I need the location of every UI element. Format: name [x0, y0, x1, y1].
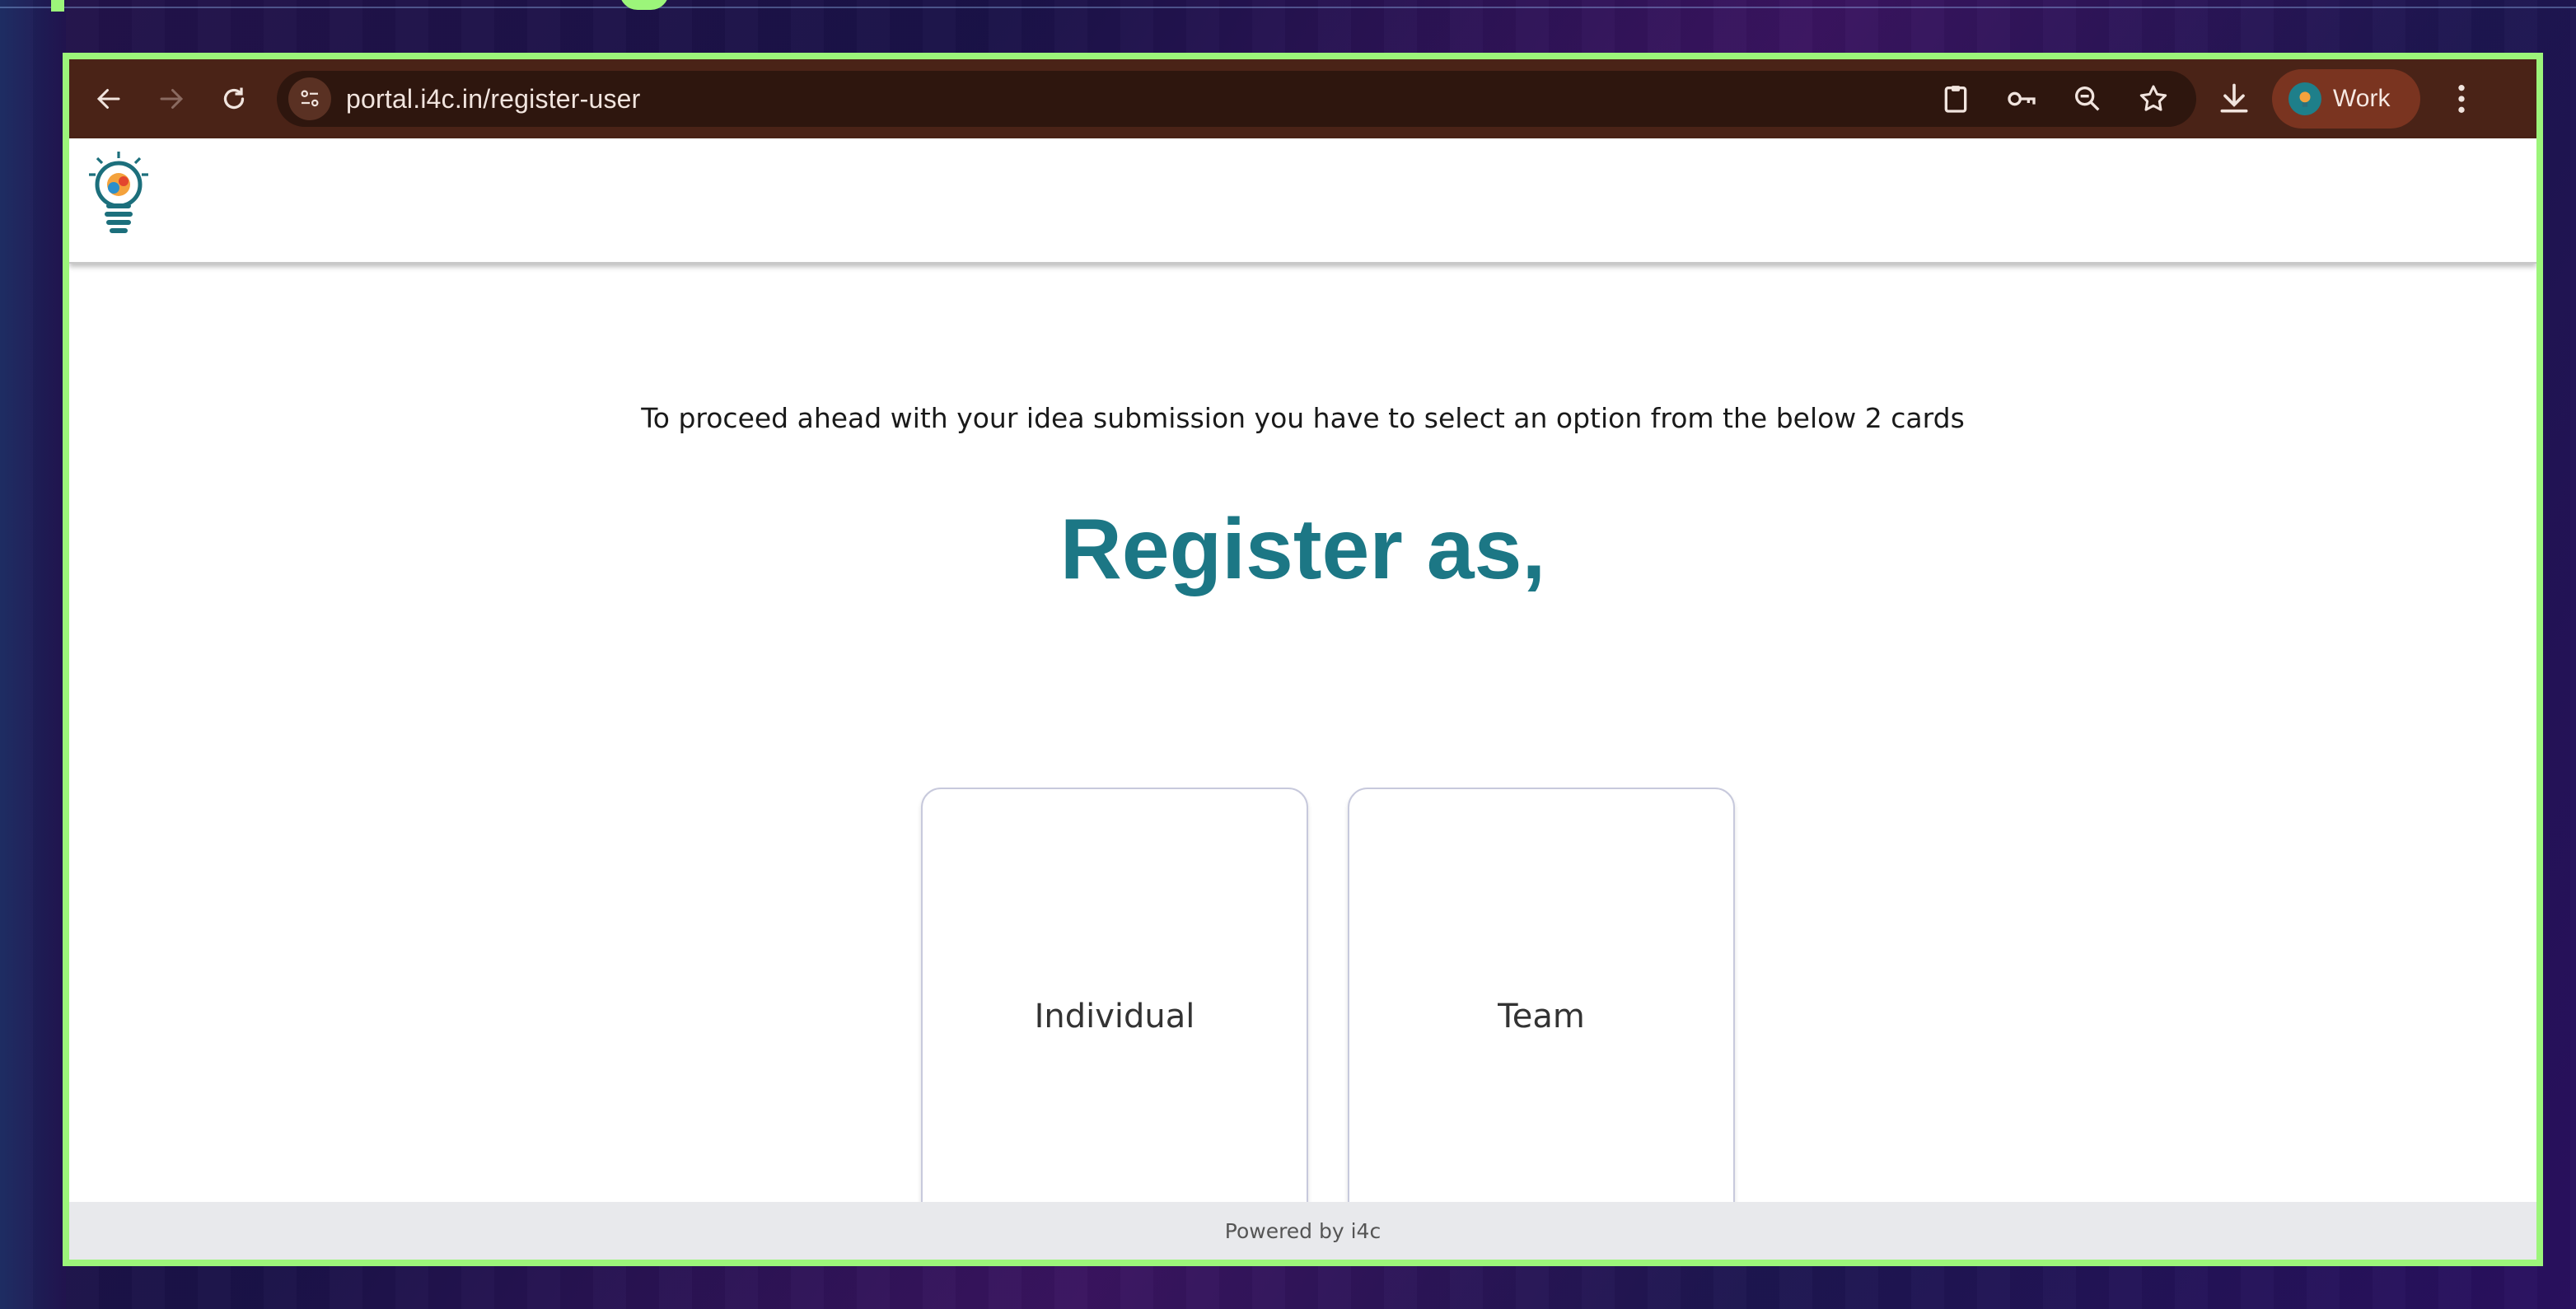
page-title: Register as,: [1059, 502, 1546, 597]
star-icon: [2139, 85, 2167, 111]
profile-avatar-icon: [2288, 82, 2321, 115]
address-bar-actions: [1938, 71, 2172, 127]
profile-button[interactable]: Work: [2272, 69, 2420, 129]
download-button[interactable]: [2216, 81, 2252, 117]
forward-arrow-icon: [160, 89, 184, 109]
download-icon: [2220, 83, 2248, 113]
browser-toolbar: portal.i4c.in/register-user Work: [69, 59, 2536, 138]
registration-options: Individual Team: [921, 788, 1735, 1246]
password-button[interactable]: [2003, 81, 2040, 117]
reload-icon: [223, 87, 245, 110]
zoom-button[interactable]: [2069, 81, 2106, 117]
page-footer: Powered by i4c: [69, 1202, 2536, 1260]
zoom-out-icon: [2075, 86, 2100, 111]
individual-card[interactable]: Individual: [921, 788, 1308, 1246]
site-info-icon: [301, 90, 319, 107]
clipboard-icon: [1944, 86, 1967, 113]
profile-label: Work: [2333, 85, 2391, 112]
i4c-logo[interactable]: [84, 148, 153, 247]
forward-button[interactable]: [148, 76, 194, 122]
individual-card-label: Individual: [1034, 998, 1195, 1036]
team-card-label: Team: [1498, 998, 1585, 1036]
site-header: [69, 138, 2536, 264]
clipboard-button[interactable]: [1938, 81, 1974, 117]
reload-button[interactable]: [211, 76, 257, 122]
intro-text: To proceed ahead with your idea submissi…: [641, 402, 1965, 434]
bookmark-button[interactable]: [2135, 81, 2172, 117]
browser-window: portal.i4c.in/register-user Work To proc…: [63, 53, 2543, 1266]
back-button[interactable]: [86, 76, 132, 122]
more-vert-icon: [2458, 85, 2465, 113]
background-line: [0, 7, 2576, 8]
browser-menu-button[interactable]: [2445, 76, 2478, 122]
key-icon: [2008, 91, 2036, 106]
url-text[interactable]: portal.i4c.in/register-user: [346, 84, 641, 115]
address-bar[interactable]: portal.i4c.in/register-user: [277, 71, 2196, 127]
site-info-button[interactable]: [288, 77, 331, 120]
footer-text: Powered by i4c: [1224, 1218, 1382, 1243]
team-card[interactable]: Team: [1348, 788, 1735, 1246]
back-arrow-icon: [96, 89, 120, 109]
background-green-bar: [51, 0, 64, 12]
